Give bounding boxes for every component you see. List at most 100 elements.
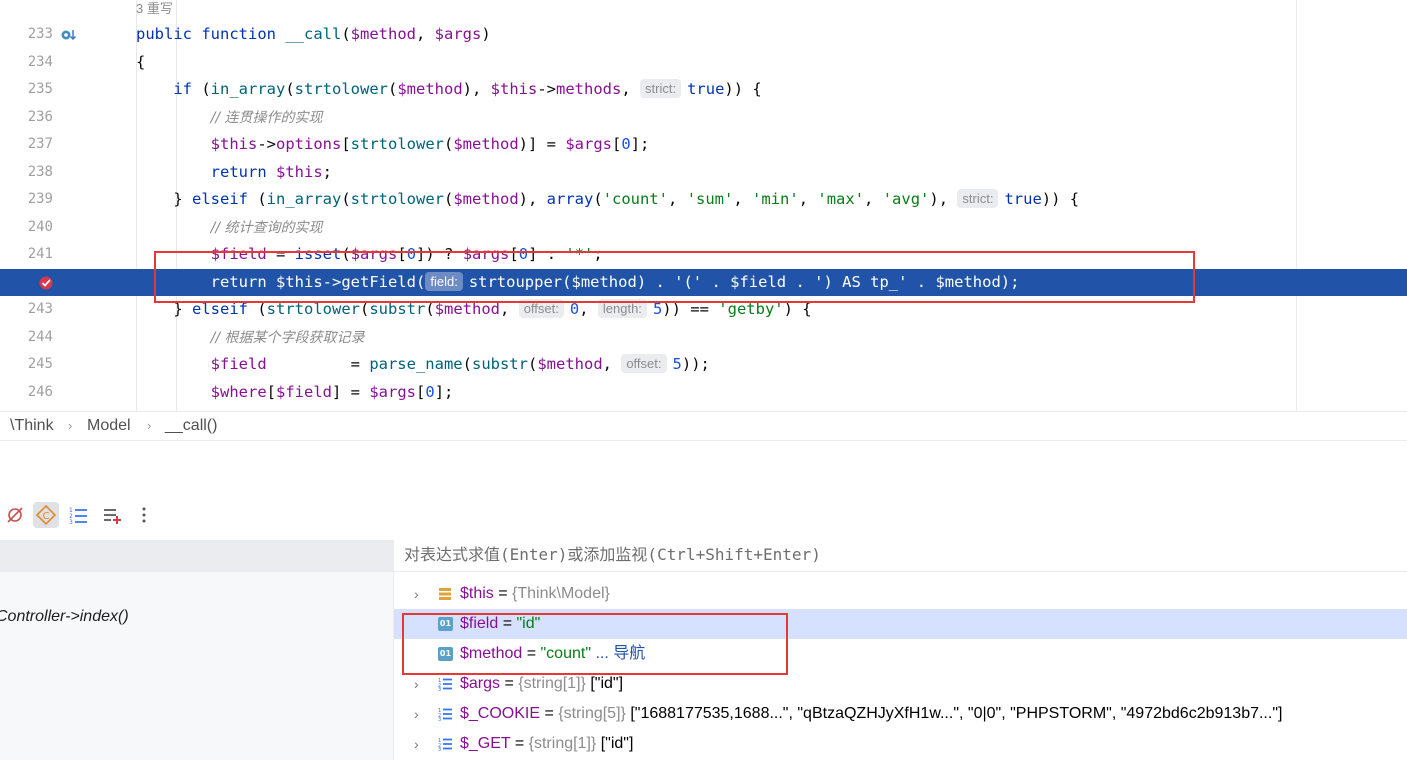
inlay-hint: offset: [518,299,564,318]
frames-list-icon: 1 2 3 [69,507,87,526]
code-editor[interactable]: 3 重写 233 public function __call($method,… [0,0,1407,411]
code-text: public function __call($method, $args) [136,25,491,43]
variable-text: $method = "count" ... 导航 [460,645,646,662]
svg-text:3: 3 [438,717,441,721]
add-watch-icon [104,509,121,524]
inlay-hint: strict: [957,189,999,208]
line-number[interactable]: 233 [0,21,53,49]
code-line-246[interactable]: 246 $where[$field] = $args[0]; [0,379,1407,407]
code-text: return $this; [210,162,333,181]
evaluate-expression-input[interactable]: 对表达式求值(Enter)或添加监视(Ctrl+Shift+Enter) [394,540,1407,572]
code-line-239[interactable]: 239 } elseif (in_array(strtolower($metho… [0,186,1407,214]
variable-text: $this = {Think\Model} [460,585,610,602]
breadcrumb-item[interactable]: \Think [10,412,54,440]
code-line-244[interactable]: 244 // 根据某个字段获取记录 [0,324,1407,352]
line-number[interactable]: 236 [0,104,53,132]
svg-text:3: 3 [69,519,73,526]
chevron-right-icon[interactable]: › [414,669,419,699]
mute-breakpoints-button[interactable] [2,502,28,528]
code-line-243[interactable]: 243 } elseif (strtolower(substr($method,… [0,296,1407,324]
line-number[interactable]: 243 [0,296,53,324]
show-values-icon: C [35,504,57,526]
line-number[interactable]: 238 [0,159,53,187]
frames-panel: Controller->index() [0,540,393,760]
code-line-245[interactable]: 245 $field = parse_name(substr($method, … [0,351,1407,379]
svg-text:3: 3 [438,747,441,751]
code-line-241[interactable]: 241 $field = isset($args[0]) ? $args[0] … [0,241,1407,269]
line-number[interactable]: 241 [0,241,53,269]
variable-text: $args = {string[1]} ["id"] [460,675,624,692]
code-text: { [136,52,146,71]
array-icon: 1 2 3 [438,738,452,751]
array-icon: 1 2 3 [438,708,452,721]
code-text: // 统计查询的实现 [136,214,323,243]
override-marker-icon[interactable] [60,28,76,42]
line-number[interactable]: 235 [0,76,53,104]
code-comment: // 连贯操作的实现 [210,109,323,126]
variable-row[interactable]: › 1 2 3 $_GET = {string[1]} ["id"] [394,729,1407,759]
variable-row-selected[interactable]: 01 $field = "id" [394,609,1407,639]
variable-text: $_COOKIE = {string[5]} ["1688177535,1688… [460,705,1283,722]
code-line-236[interactable]: 236 // 连贯操作的实现 [0,104,1407,132]
usages-hint[interactable]: 3 重写 [136,0,173,17]
chevron-right-icon[interactable]: › [414,579,419,609]
code-text: $field = parse_name(substr($method, offs… [210,354,710,373]
code-line-235[interactable]: 235 if (in_array(strtolower($method), $t… [0,76,1407,104]
line-number[interactable]: 234 [0,49,53,77]
code-text: $this->options[strtolower($method)] = $a… [210,135,650,153]
code-text: // 连贯操作的实现 [136,104,323,133]
breadcrumb-item[interactable]: Model [87,412,131,440]
code-comment: // 统计查询的实现 [210,219,323,236]
breadcrumb-separator-icon: › [68,418,73,433]
line-number[interactable]: 240 [0,214,53,242]
chevron-right-icon[interactable]: › [414,699,419,729]
chevron-right-icon[interactable]: › [414,729,419,759]
code-text: $where[$field] = $args[0]; [210,382,454,401]
variable-row[interactable]: 01 $method = "count" ... 导航 [394,639,1407,669]
code-text: return $this->getField(field: strtoupper(… [210,271,1020,291]
variables-panel: 对表达式求值(Enter)或添加监视(Ctrl+Shift+Enter) › $… [393,540,1407,760]
variable-row[interactable]: › $this = {Think\Model} [394,579,1407,609]
variable-row[interactable]: › 1 2 3 $_COOKIE = {string[5]} ["1688177… [394,699,1407,729]
line-number[interactable]: 237 [0,131,53,159]
inlay-hint: strict: [640,79,682,98]
code-line-233[interactable]: 233 public function __call($method, $arg… [0,21,1407,49]
line-number[interactable]: 246 [0,379,53,407]
line-number[interactable]: 245 [0,351,53,379]
primitive-icon: 01 [438,647,453,661]
more-options-button[interactable] [131,502,157,528]
code-line-242-current[interactable]: 242 return $this->getField(field:strtoup… [0,268,1407,296]
inlay-hint: field: [425,271,463,291]
code-comment: // 根据某个字段获取记录 [210,329,365,346]
object-icon [439,588,451,600]
breadcrumb-separator-icon: › [147,418,152,433]
code-text: } elseif (in_array(strtolower($method), … [136,189,1080,208]
breadcrumb-item[interactable]: __call() [165,412,217,440]
code-line-240[interactable]: 240 // 统计查询的实现 [0,214,1407,242]
breadcrumb: \Think › Model › __call() [0,411,1407,441]
navigate-link[interactable]: ... 导航 [591,645,645,662]
inlay-hint: length: [597,299,647,318]
code-line-234[interactable]: 234 { [0,49,1407,77]
line-number[interactable]: 244 [0,324,53,352]
code-line-238[interactable]: 238 return $this; [0,159,1407,187]
variable-row[interactable]: › 1 2 3 $args = {string[1]} ["id"] [394,669,1407,699]
code-line-237[interactable]: 237 $this->options[strtolower($method)] … [0,131,1407,159]
line-number[interactable]: 239 [0,186,53,214]
svg-text:3: 3 [438,687,441,691]
frame-item[interactable]: Controller->index() [0,608,129,626]
show-values-button[interactable]: C [33,502,59,528]
mute-breakpoints-icon [7,507,23,523]
more-icon [142,507,146,523]
frames-header [0,540,393,572]
primitive-icon: 01 [438,617,453,631]
inlay-hint: offset: [621,354,667,373]
code-text: // 根据某个字段获取记录 [136,324,365,353]
breakpoint-icon[interactable] [38,275,54,291]
code-text: $field = isset($args[0]) ? $args[0] : '*… [210,245,603,263]
add-watch-button[interactable] [99,502,125,528]
code-text: } elseif (strtolower(substr($method, off… [136,299,812,318]
array-icon: 1 2 3 [438,678,452,691]
frames-list-button[interactable]: 1 2 3 [66,502,92,528]
debug-toolbar: C 1 2 3 [0,500,160,530]
